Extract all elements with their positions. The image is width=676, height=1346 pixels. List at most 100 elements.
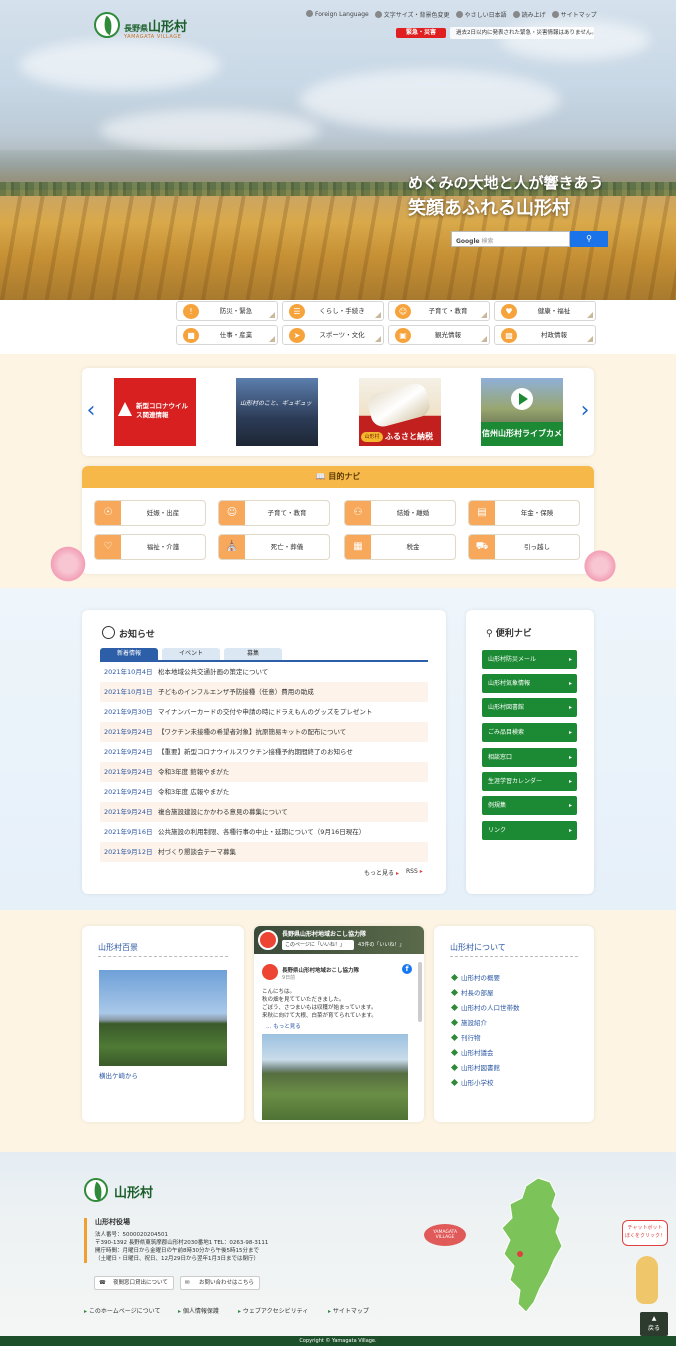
site-logo[interactable]: 長野県山形村 YAMAGATA VILLAGE xyxy=(94,12,234,46)
mascot-icon[interactable] xyxy=(636,1256,658,1304)
news-item[interactable]: 2021年9月24日 【重要】新型コロナウイルスワクチン接種予約期間終了のお知らせ xyxy=(100,742,428,762)
purpose-childcare[interactable]: ☺ 子育て・教育 xyxy=(218,500,330,526)
about-link[interactable]: 山形村の人口世帯数 xyxy=(452,1002,520,1012)
emergency-badge[interactable]: 緊急・災害 xyxy=(396,28,446,38)
about-link[interactable]: 村長の部屋 xyxy=(452,987,494,997)
news-item[interactable]: 2021年9月16日 公共施設の利用制限、各種行事の中止・延期について（9月16日… xyxy=(100,822,428,842)
benri-weather[interactable]: 山形村気象情報 xyxy=(482,674,577,693)
news-item[interactable]: 2021年9月24日 複合施設建設にかかわる意見の募集について xyxy=(100,802,428,822)
documents-icon: ▤ xyxy=(469,501,495,525)
banner-intro-video[interactable]: 山形村のこと、ギュギュッ xyxy=(236,378,318,446)
about-link[interactable]: 刊行物 xyxy=(452,1032,481,1042)
nagano-map xyxy=(490,1176,570,1316)
search-button[interactable]: ⚲ xyxy=(570,231,608,247)
tab-event[interactable]: イベント xyxy=(162,648,220,660)
hyakkei-panel: 山形村百景 横出ケ崎から xyxy=(82,926,244,1122)
purpose-pension[interactable]: ▤ 年金・保険 xyxy=(468,500,580,526)
category-kankou[interactable]: ▣ 観光情報 xyxy=(388,325,490,345)
benri-library[interactable]: 山形村図書館 xyxy=(482,698,577,717)
category-shigoto[interactable]: ■ 仕事・産業 xyxy=(176,325,278,345)
about-link[interactable]: 山形村議会 xyxy=(452,1047,494,1057)
about-link[interactable]: 山形村の概要 xyxy=(452,972,500,982)
slider-prev-button[interactable]: ‹ xyxy=(84,398,98,424)
funeral-icon: ⛪ xyxy=(219,535,245,559)
child-icon: ☺ xyxy=(395,304,411,319)
benri-calendar[interactable]: 生涯学習カレンダー xyxy=(482,772,577,791)
catchphrase-line1: めぐみの大地と人が響きあう xyxy=(408,174,604,192)
tab-new[interactable]: 新着情報 xyxy=(100,648,158,660)
news-item[interactable]: 2021年9月24日 【ワクチン未接種の希望者対象】抗原簡易キットの配布について xyxy=(100,722,428,742)
footer-link-about[interactable]: このホームページについて xyxy=(84,1306,161,1315)
warning-icon xyxy=(118,402,132,416)
news-item[interactable]: 2021年9月24日 令和3年度 館報やまがた xyxy=(100,762,428,782)
easy-japanese-link[interactable]: やさしい日本語 xyxy=(455,10,507,22)
fb-like-button[interactable]: このページに「いいね！」 xyxy=(282,940,354,950)
page-top-button[interactable]: ▲ 戻る xyxy=(640,1312,668,1336)
banner-live-camera[interactable]: 信州山形村ライブカメラ xyxy=(481,378,563,446)
purpose-death[interactable]: ⛪ 死亡・葬儀 xyxy=(218,534,330,560)
chevron-right-icon: ▸ xyxy=(395,870,399,877)
scrollbar[interactable] xyxy=(418,962,422,1022)
footer-link-accessibility[interactable]: ウェブアクセシビリティ xyxy=(238,1306,308,1315)
benri-reiki[interactable]: 例規集 xyxy=(482,796,577,815)
footer-link-privacy[interactable]: 個人情報保護 xyxy=(178,1306,219,1315)
copyright: Copyright © Yamagata Village. xyxy=(0,1336,676,1346)
news-item[interactable]: 2021年10月1日 子どものインフルエンザ予防接種（任意）費用の助成 xyxy=(100,682,428,702)
news-more-link[interactable]: もっと見る ▸ xyxy=(364,868,399,877)
post-photo[interactable] xyxy=(262,1034,408,1120)
category-sports[interactable]: ➤ スポーツ・文化 xyxy=(282,325,384,345)
news-item[interactable]: 2021年9月30日 マイナンバーカードの交付や申請の時にドラえもんのグッズをプレ… xyxy=(100,702,428,722)
footer-logo[interactable]: 山形村 xyxy=(84,1178,204,1208)
site-search-input[interactable]: Google 検索 xyxy=(451,231,570,247)
leaf-icon xyxy=(84,1178,108,1202)
mail-icon: ✉ xyxy=(185,1280,190,1286)
chatbot-button[interactable]: チャットボット ぼくをクリック！ xyxy=(622,1220,668,1246)
tab-recruit[interactable]: 募集 xyxy=(224,648,282,660)
benri-bousai-mail[interactable]: 山形村防災メール xyxy=(482,650,577,669)
about-link[interactable]: 施設紹介 xyxy=(452,1017,487,1027)
globe-icon xyxy=(306,10,313,17)
foreign-language-link[interactable]: Foreign Language xyxy=(306,10,369,22)
banner-corona[interactable]: 新型コロナウイルス関連情報 xyxy=(114,378,196,446)
scenery-photo[interactable] xyxy=(99,970,227,1066)
chevron-left-icon: ‹ xyxy=(86,398,96,423)
news-item[interactable]: 2021年10月4日 松本地域公共交通計画の策定について xyxy=(100,662,428,682)
category-sonsei[interactable]: ▩ 村政情報 xyxy=(494,325,596,345)
font-size-icon xyxy=(374,11,382,18)
runner-icon: ➤ xyxy=(289,328,305,343)
pregnancy-icon: ☉ xyxy=(95,501,121,525)
news-item[interactable]: 2021年9月12日 村づくり懇談会テーマ募集 xyxy=(100,842,428,862)
category-bousai[interactable]: ! 防災・緊急 xyxy=(176,301,278,321)
chevron-up-icon: ▲ xyxy=(651,1315,657,1322)
banner-furusato[interactable]: 山形村 ふるさと納税 xyxy=(359,378,441,446)
about-link[interactable]: 山形小学校 xyxy=(452,1077,494,1087)
benri-garbage[interactable]: ごみ品目検索 xyxy=(482,723,577,742)
text-size-link[interactable]: 文字サイズ・背景色変更 xyxy=(374,10,450,22)
warning-icon: ! xyxy=(183,304,199,319)
slider-next-button[interactable]: › xyxy=(578,398,592,424)
read-aloud-link[interactable]: 読み上げ xyxy=(512,10,546,22)
rss-link[interactable]: RSS ▸ xyxy=(406,868,423,875)
purpose-marriage[interactable]: ⚇ 結婚・離婚 xyxy=(344,500,456,526)
smile-icon: ☺ xyxy=(219,501,245,525)
category-kenkou[interactable]: ♥ 健康・福祉 xyxy=(494,301,596,321)
purpose-pregnancy[interactable]: ☉ 妊娠・出産 xyxy=(94,500,206,526)
footer-link-sitemap[interactable]: サイトマップ xyxy=(328,1306,369,1315)
sitemap-link[interactable]: サイトマップ xyxy=(551,10,597,22)
banner-slider: ‹ 新型コロナウイルス関連情報 山形村のこと、ギュギュッ 山形村 ふるさと納税 … xyxy=(82,368,594,456)
purpose-tax[interactable]: ▦ 税金 xyxy=(344,534,456,560)
about-link[interactable]: 山形村図書館 xyxy=(452,1062,500,1072)
chevron-right-icon: ▸ xyxy=(419,868,423,875)
fb-cover[interactable]: 長野県山形村地域おこし協力隊 このページに「いいね！」 43件の「いいね！」 xyxy=(254,926,424,954)
contact-button[interactable]: ✉ お問い合わせはこちら xyxy=(180,1276,260,1290)
benri-consult[interactable]: 相談窓口 xyxy=(482,748,577,767)
purpose-welfare[interactable]: ♡ 福祉・介護 xyxy=(94,534,206,560)
benri-link[interactable]: リンク xyxy=(482,821,577,840)
night-window-button[interactable]: ☎ 夜間窓口貸出について xyxy=(94,1276,174,1290)
care-heart-icon: ♡ xyxy=(95,535,121,559)
category-kosodate[interactable]: ☺ 子育て・教育 xyxy=(388,301,490,321)
news-item[interactable]: 2021年9月24日 令和3年度 広報やまがた xyxy=(100,782,428,802)
purpose-moving[interactable]: ⛟ 引っ越し xyxy=(468,534,580,560)
about-panel: 山形村について 山形村の概要 村長の部屋 山形村の人口世帯数 施設紹介 刊行物 … xyxy=(434,926,594,1122)
category-kurashi[interactable]: ☰ くらし・手続き xyxy=(282,301,384,321)
